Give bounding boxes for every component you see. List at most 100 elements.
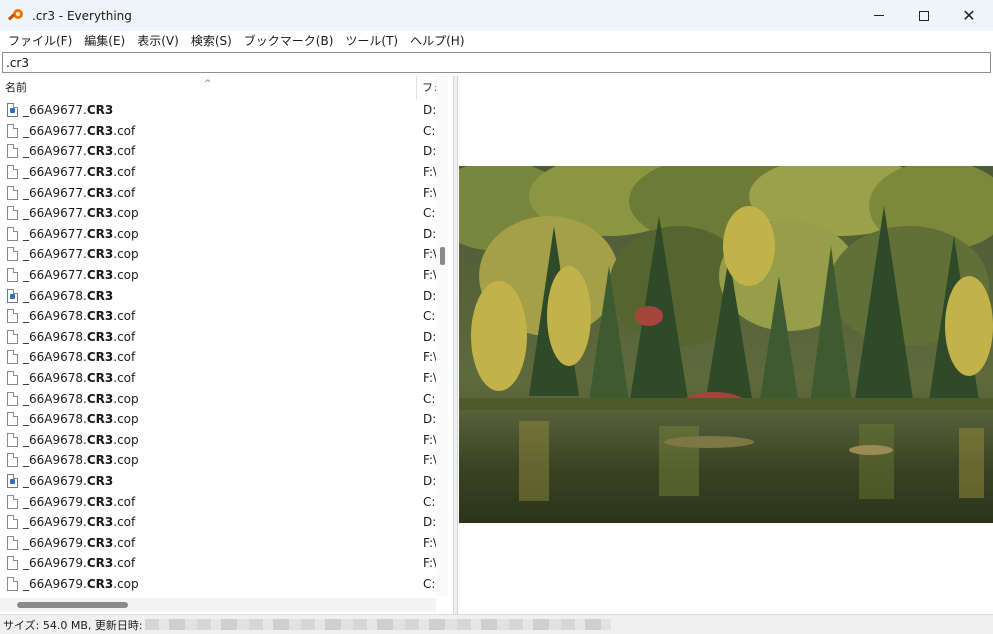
cell-name: _66A9677.CR3.cop [0,244,418,265]
search-input[interactable] [3,53,990,72]
table-row[interactable]: _66A9679.CR3 D: [0,471,436,492]
file-name: _66A9677.CR3.cop [23,247,139,261]
table-row[interactable]: _66A9678.CR3.cof D: [0,327,436,348]
file-name-match: CR3 [86,576,114,591]
table-row[interactable]: _66A9677.CR3.cop C: [0,203,436,224]
menu-edit[interactable]: 編集(E) [78,31,131,51]
column-header-name[interactable]: 名前 ^ [0,76,417,99]
table-row[interactable]: _66A9679.CR3.cof C: [0,491,436,512]
menu-help[interactable]: ヘルプ(H) [404,31,470,51]
table-row[interactable]: _66A9677.CR3.cop F:\ [0,265,436,286]
table-row[interactable]: _66A9678.CR3.cop F:\ [0,450,436,471]
file-name: _66A9679.CR3.cof [23,536,135,550]
file-name-prefix: _66A9677. [23,144,87,159]
file-name-match: CR3 [86,391,114,406]
file-icon [7,165,18,180]
cell-folder: F:\ [423,350,436,365]
file-icon [7,515,18,530]
file-name: _66A9678.CR3.cof [23,350,135,364]
table-row[interactable]: _66A9679.CR3.cop C: [0,574,436,595]
cell-folder: C: [423,206,436,221]
file-icon [7,268,18,283]
cell-folder: D: [423,329,436,344]
file-name: _66A9677.CR3.cop [23,206,139,220]
file-name-suffix: .cof [113,494,136,509]
file-name-suffix: .cof [113,535,136,550]
file-name: _66A9679.CR3.cop [23,577,139,591]
table-row[interactable]: _66A9677.CR3.cof F:\ [0,182,436,203]
vertical-scroll-thumb[interactable] [440,247,445,265]
cell-name: _66A9677.CR3.cof [0,121,418,142]
table-row[interactable]: _66A9679.CR3.cof F:\ [0,553,436,574]
cell-folder: D: [423,515,436,530]
horizontal-scrollbar[interactable] [0,598,436,612]
file-name-prefix: _66A9677. [23,268,87,283]
table-row[interactable]: _66A9677.CR3.cop F:\ [0,244,436,265]
menu-view[interactable]: 表示(V) [131,31,185,51]
table-row[interactable]: _66A9679.CR3.cof F:\ [0,532,436,553]
file-name-suffix: .cop [113,391,139,406]
cell-name: _66A9677.CR3.cop [0,265,418,286]
file-name-prefix: _66A9678. [23,309,87,324]
file-name: _66A9677.CR3.cof [23,124,135,138]
table-row[interactable]: _66A9677.CR3.cof D: [0,141,436,162]
table-row[interactable]: _66A9678.CR3 D: [0,285,436,306]
cell-folder: F:\ [423,371,436,386]
table-row[interactable]: _66A9678.CR3.cop D: [0,409,436,430]
table-row[interactable]: _66A9678.CR3.cof F:\ [0,347,436,368]
cell-name: _66A9677.CR3.cof [0,182,418,203]
file-name-match: CR3 [86,103,114,118]
cell-name: _66A9677.CR3 [0,100,418,121]
file-name-match: CR3 [86,226,114,241]
cell-folder: F:\ [423,556,436,571]
cell-folder: C: [423,576,436,591]
table-row[interactable]: _66A9678.CR3.cof F:\ [0,368,436,389]
menu-bar: ファイル(F) 編集(E) 表示(V) 検索(S) ブックマーク(B) ツール(… [0,31,993,51]
table-row[interactable]: _66A9678.CR3.cop F:\ [0,430,436,451]
file-name-prefix: _66A9678. [23,453,87,468]
table-row[interactable]: _66A9678.CR3.cop C: [0,388,436,409]
cell-folder: C: [423,123,436,138]
table-row[interactable]: _66A9677.CR3.cof F:\ [0,162,436,183]
file-icon [7,350,18,365]
cell-folder: D: [423,226,436,241]
file-name-match: CR3 [86,494,114,509]
menu-search[interactable]: 検索(S) [185,31,238,51]
window-title: .cr3 - Everything [32,8,132,23]
cell-folder: D: [423,144,436,159]
file-name: _66A9678.CR3.cop [23,412,139,426]
cell-name: _66A9678.CR3.cop [0,450,418,471]
table-row[interactable]: _66A9677.CR3.cop D: [0,224,436,245]
table-row[interactable]: _66A9677.CR3.cof C: [0,121,436,142]
column-header: 名前 ^ フォ [0,76,436,99]
everything-app-icon [7,8,25,24]
file-name-match: CR3 [86,535,114,550]
pane-splitter[interactable] [454,76,458,614]
minimize-button[interactable] [856,0,902,31]
menu-file[interactable]: ファイル(F) [2,31,78,51]
cell-folder: F:\ [423,268,436,283]
table-row[interactable]: _66A9678.CR3.cof C: [0,306,436,327]
file-name-prefix: _66A9679. [23,535,87,550]
maximize-button[interactable] [901,0,947,31]
file-name-suffix: .cop [113,226,139,241]
table-row[interactable]: _66A9677.CR3 D: [0,100,436,121]
menu-tools[interactable]: ツール(T) [339,31,404,51]
file-name-prefix: _66A9678. [23,391,87,406]
file-name: _66A9678.CR3.cof [23,309,135,323]
file-icon [7,535,18,550]
menu-bookmarks[interactable]: ブックマーク(B) [238,31,340,51]
column-header-name-label: 名前 [5,81,27,94]
close-button[interactable]: ✕ [946,0,992,31]
file-name-prefix: _66A9679. [23,473,87,488]
cell-name: _66A9678.CR3.cop [0,388,418,409]
file-name-suffix: .cof [113,309,136,324]
file-name: _66A9679.CR3.cof [23,556,135,570]
vertical-scrollbar[interactable] [436,76,448,596]
file-name-suffix: .cop [113,247,139,262]
column-header-folder[interactable]: フォ [418,76,436,99]
file-name-prefix: _66A9679. [23,494,87,509]
table-row[interactable]: _66A9679.CR3.cof D: [0,512,436,533]
horizontal-scroll-thumb[interactable] [17,602,128,608]
cell-name: _66A9677.CR3.cof [0,162,418,183]
